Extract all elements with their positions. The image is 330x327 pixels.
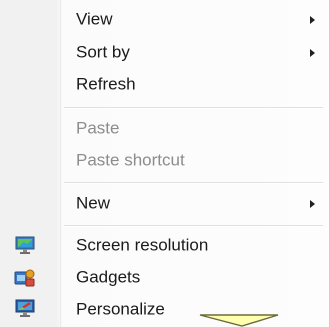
- submenu-arrow-icon: [310, 16, 315, 24]
- desktop-context-menu: View Sort by Refresh Paste Paste shortcu…: [0, 0, 330, 327]
- menu-item-refresh-label: Refresh: [76, 74, 136, 94]
- personalize-icon: [15, 299, 35, 317]
- menu-item-paste: Paste: [0, 114, 329, 144]
- menu-item-new[interactable]: New: [0, 189, 329, 219]
- menu-item-personalize-label: Personalize: [76, 299, 165, 319]
- menu-item-gadgets-label: Gadgets: [76, 267, 141, 287]
- menu-item-paste-shortcut: Paste shortcut: [0, 146, 329, 176]
- menu-item-refresh[interactable]: Refresh: [0, 70, 329, 100]
- monitor-icon: [15, 236, 35, 254]
- menu-separator: [64, 182, 323, 184]
- menu-item-sort-by-label: Sort by: [76, 42, 130, 62]
- menu-item-screen-resolution[interactable]: Screen resolution: [0, 231, 329, 261]
- menu-item-gadgets[interactable]: Gadgets: [0, 263, 329, 293]
- pointer-arrow-icon: [199, 314, 279, 327]
- menu-separator: [64, 225, 323, 227]
- menu-item-view[interactable]: View: [0, 5, 329, 35]
- menu-item-sort-by[interactable]: Sort by: [0, 38, 329, 68]
- menu-item-new-label: New: [76, 193, 111, 213]
- menu-item-view-label: View: [76, 9, 113, 29]
- menu-item-paste-label: Paste: [76, 118, 120, 138]
- menu-item-paste-shortcut-label: Paste shortcut: [76, 150, 185, 170]
- submenu-arrow-icon: [310, 200, 315, 208]
- menu-item-screen-resolution-label: Screen resolution: [76, 235, 209, 255]
- menu-separator: [64, 107, 323, 109]
- gadgets-icon: [14, 269, 35, 287]
- submenu-arrow-icon: [310, 49, 315, 57]
